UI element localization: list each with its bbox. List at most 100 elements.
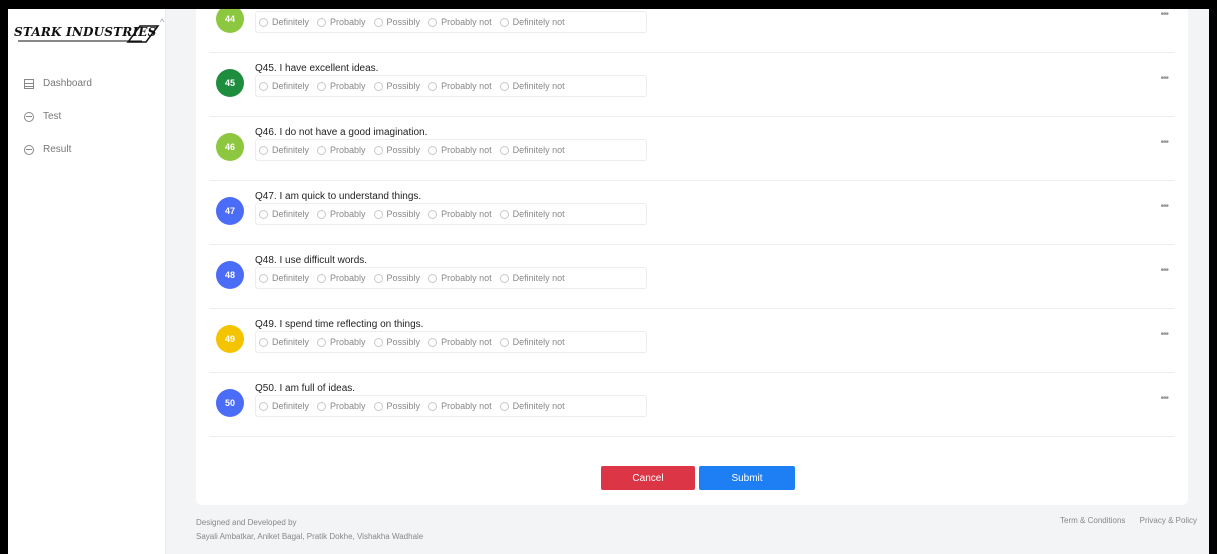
more-options-icon[interactable]: ••• [1160,393,1168,404]
radio-button[interactable] [428,81,438,91]
radio-button[interactable] [499,401,509,411]
option-probably-not[interactable]: Probably not [428,273,492,283]
footer-credits: Designed and Developed by Sayali Ambatka… [196,516,423,544]
radio-button[interactable] [373,273,383,283]
more-options-icon[interactable]: ••• [1160,329,1168,340]
option-probably-not[interactable]: Probably not [428,145,492,155]
option-probably[interactable]: Probably [317,145,366,155]
radio-button[interactable] [373,401,383,411]
cancel-button[interactable]: Cancel [601,466,695,490]
option-probably-not[interactable]: Probably not [428,81,492,91]
radio-button[interactable] [499,337,509,347]
option-definitely[interactable]: Definitely [259,145,309,155]
option-possibly[interactable]: Possibly [373,209,420,219]
option-definitely[interactable]: Definitely [259,337,309,347]
option-label: Probably [330,337,366,347]
option-probably-not[interactable]: Probably not [428,17,492,27]
radio-button[interactable] [259,337,268,347]
option-definitely-not[interactable]: Definitely not [499,145,565,155]
option-label: Definitely [272,81,310,91]
more-options-icon[interactable]: ••• [1160,73,1168,84]
option-possibly[interactable]: Possibly [373,81,420,91]
option-definitely[interactable]: Definitely [259,401,309,411]
option-possibly[interactable]: Possibly [373,337,421,347]
submit-button[interactable]: Submit [699,466,795,490]
option-possibly[interactable]: Possibly [373,273,420,283]
footer-credits-names: Sayali Ambatkar, Aniket Bagal, Pratik Do… [196,532,424,541]
option-definitely[interactable]: Definitely [259,81,309,91]
option-label: Definitely [272,337,310,347]
radio-button[interactable] [373,81,383,91]
option-definitely[interactable]: Definitely [259,209,309,219]
option-label: Probably not [441,17,492,27]
radio-button[interactable] [373,209,383,219]
radio-button[interactable] [373,337,383,347]
more-options-icon[interactable]: ••• [1160,265,1168,276]
option-definitely[interactable]: Definitely [259,17,309,27]
radio-button[interactable] [428,17,438,27]
radio-button[interactable] [428,273,438,283]
footer-links: Term & Conditions Privacy & Policy [1048,516,1197,525]
sidebar-item-dashboard[interactable]: Dashboard [24,67,92,100]
radio-button[interactable] [373,145,383,155]
option-possibly[interactable]: Possibly [373,145,420,155]
app-window: STARK INDUSTRIES ^ Dashboard Test Result… [8,9,1209,554]
option-probably[interactable]: Probably [317,273,366,283]
option-probably-not[interactable]: Probably not [428,401,492,411]
radio-button[interactable] [428,337,438,347]
question-number-badge: 46 [216,133,244,161]
option-possibly[interactable]: Possibly [373,401,420,411]
option-definitely-not[interactable]: Definitely not [499,337,565,347]
option-definitely[interactable]: Definitely [259,273,309,283]
radio-button[interactable] [259,401,268,411]
radio-button[interactable] [317,81,327,91]
option-definitely-not[interactable]: Definitely not [499,273,565,283]
option-definitely-not[interactable]: Definitely not [499,401,565,411]
radio-button[interactable] [259,145,268,155]
radio-button[interactable] [317,273,327,283]
radio-button[interactable] [317,17,327,27]
test-icon [24,111,34,122]
option-label: Probably not [441,81,492,91]
radio-button[interactable] [428,209,438,219]
option-definitely-not[interactable]: Definitely not [499,209,565,219]
option-probably[interactable]: Probably [317,17,366,27]
more-options-icon[interactable]: ••• [1160,137,1168,148]
stark-industries-logo[interactable]: STARK INDUSTRIES [12,22,160,44]
radio-button[interactable] [259,81,268,91]
option-probably-not[interactable]: Probably not [428,337,492,347]
privacy-link[interactable]: Privacy & Policy [1140,516,1197,525]
option-probably-not[interactable]: Probably not [428,209,492,219]
radio-button[interactable] [373,17,383,27]
option-probably[interactable]: Probably [317,401,366,411]
terms-link[interactable]: Term & Conditions [1060,516,1125,525]
radio-button[interactable] [499,17,509,27]
radio-button[interactable] [317,337,327,347]
option-possibly[interactable]: Possibly [373,17,420,27]
radio-button[interactable] [259,273,268,283]
sidebar-item-test[interactable]: Test [24,100,92,133]
sidebar-item-result[interactable]: Result [24,133,92,166]
option-probably[interactable]: Probably [317,209,366,219]
more-options-icon[interactable]: ••• [1160,9,1168,20]
question-row: 48 Q48. I use difficult words. Definitel… [196,245,1188,309]
radio-button[interactable] [259,17,268,27]
option-probably[interactable]: Probably [317,337,366,347]
radio-button[interactable] [317,401,327,411]
radio-button[interactable] [317,209,327,219]
radio-button[interactable] [499,209,509,219]
radio-button[interactable] [428,401,438,411]
radio-button[interactable] [499,145,509,155]
answer-options: Definitely Probably Possibly Probably no… [255,203,647,225]
collapse-sidebar-icon[interactable]: ^ [160,17,164,27]
option-label: Possibly [386,337,421,347]
radio-button[interactable] [499,81,509,91]
radio-button[interactable] [428,145,438,155]
option-definitely-not[interactable]: Definitely not [499,17,565,27]
more-options-icon[interactable]: ••• [1160,201,1168,212]
radio-button[interactable] [259,209,268,219]
option-definitely-not[interactable]: Definitely not [499,81,565,91]
radio-button[interactable] [317,145,327,155]
option-probably[interactable]: Probably [317,81,366,91]
radio-button[interactable] [499,273,509,283]
